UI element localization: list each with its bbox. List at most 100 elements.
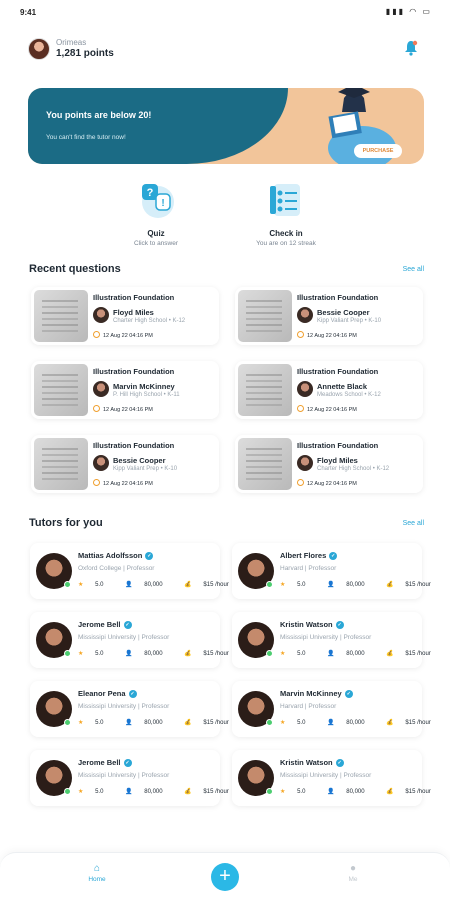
status-icons: ▮▮▮ ◠ ▭ <box>385 7 432 16</box>
question-date: 12 Aug 22 04:16 PM <box>297 405 357 413</box>
students-icon: 👤 <box>125 789 133 795</box>
star-icon: ★ <box>78 651 84 657</box>
question-card[interactable]: Illustration Foundation Bessie Cooper Ki… <box>31 435 219 493</box>
online-indicator <box>266 788 273 795</box>
price-icon: 💰 <box>386 582 394 588</box>
points-balance: 1,281 points <box>56 48 114 59</box>
tutor-stats: ★ 5.0 👤 80,000 💰 $15 /hour <box>78 788 249 795</box>
tutor-name: Kristin Watson <box>280 758 333 767</box>
question-image <box>34 290 88 342</box>
add-question-button[interactable]: + <box>211 863 239 891</box>
tutor-price: $15 /hour <box>405 720 431 726</box>
svg-text:!: ! <box>161 198 164 209</box>
online-indicator <box>64 650 71 657</box>
tutor-students: 80,000 <box>144 720 163 726</box>
quiz-action[interactable]: ? ! Quiz Click to answer <box>96 180 216 247</box>
tutor-price: $15 /hour <box>405 789 431 795</box>
students-icon: 👤 <box>327 720 335 726</box>
tutor-stats: ★ 5.0 👤 80,000 💰 $15 /hour <box>78 719 249 726</box>
tutor-rating: 5.0 <box>297 651 306 657</box>
tutor-students: 80,000 <box>346 651 365 657</box>
star-icon: ★ <box>280 789 286 795</box>
tutor-price: $15 /hour <box>203 720 229 726</box>
tutor-card[interactable]: Kristin Watson ✓ Mississipi University | … <box>232 612 431 668</box>
tutor-students: 80,000 <box>144 582 163 588</box>
question-topic: Illustration Foundation <box>297 293 379 302</box>
tutor-name-row: Jerome Bell ✓ <box>78 758 132 768</box>
verified-icon: ✓ <box>344 690 353 699</box>
student-school: Meadows School • K-12 <box>317 392 381 398</box>
tutor-name-row: Albert Flores ✓ <box>280 551 338 561</box>
question-card[interactable]: Illustration Foundation Bessie Cooper Ki… <box>235 287 423 345</box>
tutor-rating: 5.0 <box>297 720 306 726</box>
purchase-button[interactable]: PURCHASE <box>354 144 402 158</box>
banner-background <box>28 88 288 164</box>
price-icon: 💰 <box>184 651 192 657</box>
question-date: 12 Aug 22 04:16 PM <box>93 405 153 413</box>
question-topic: Illustration Foundation <box>93 441 175 450</box>
tutor-price: $15 /hour <box>405 582 431 588</box>
avatar[interactable] <box>28 38 50 60</box>
tutor-stats: ★ 5.0 👤 80,000 💰 $15 /hour <box>78 581 249 588</box>
low-points-banner: You points are below 20! You can't find … <box>28 88 424 164</box>
tutor-students: 80,000 <box>346 582 365 588</box>
tutor-card[interactable]: Eleanor Pena ✓ Mississipi University | Pr… <box>30 681 229 737</box>
online-indicator <box>266 581 273 588</box>
student-school: Kipp Valiant Prep • K-10 <box>113 466 178 472</box>
nav-me[interactable]: ● Me <box>338 863 368 883</box>
student-name: Marvin McKinney <box>113 382 175 391</box>
star-icon: ★ <box>78 582 84 588</box>
students-icon: 👤 <box>327 789 335 795</box>
students-icon: 👤 <box>125 720 133 726</box>
quiz-subtitle: Click to answer <box>133 240 179 247</box>
verified-icon: ✓ <box>128 690 137 699</box>
avatar <box>297 455 313 471</box>
tutors-see-all-link[interactable]: See all <box>403 520 424 527</box>
recent-questions-title: Recent questions <box>29 263 121 275</box>
tutor-card[interactable]: Jerome Bell ✓ Mississipi University | Pro… <box>30 750 229 806</box>
student-name: Annette Black <box>317 382 368 391</box>
tutor-card[interactable]: Marvin McKinney ✓ Harvard | Professor ★ 5… <box>232 681 431 737</box>
tutor-card[interactable]: Albert Flores ✓ Harvard | Professor ★ 5.0… <box>232 543 431 599</box>
tutor-school: Mississipi University | Professor <box>78 772 170 779</box>
tutor-card[interactable]: Kristin Watson ✓ Mississipi University | … <box>232 750 431 806</box>
question-image <box>238 438 292 490</box>
star-icon: ★ <box>280 651 286 657</box>
tutors-title: Tutors for you <box>29 517 103 529</box>
recent-see-all-link[interactable]: See all <box>403 266 424 273</box>
student-name: Floyd Miles <box>317 456 358 465</box>
tutor-stats: ★ 5.0 👤 80,000 💰 $15 /hour <box>280 650 450 657</box>
question-card[interactable]: Illustration Foundation Floyd Miles Char… <box>31 287 219 345</box>
nav-home[interactable]: ⌂ Home <box>82 863 112 883</box>
price-icon: 💰 <box>386 651 394 657</box>
price-icon: 💰 <box>386 789 394 795</box>
tutor-name-row: Mattias Adolfsson ✓ <box>78 551 154 561</box>
question-card[interactable]: Illustration Foundation Floyd Miles Char… <box>235 435 423 493</box>
student-school: P. Hill High School • K-11 <box>113 392 180 398</box>
checkin-subtitle: You are on 12 streak <box>256 240 316 247</box>
tutor-card[interactable]: Jerome Bell ✓ Mississipi University | Pro… <box>30 612 229 668</box>
notification-icon[interactable] <box>404 40 418 56</box>
online-indicator <box>64 719 71 726</box>
star-icon: ★ <box>280 582 286 588</box>
price-icon: 💰 <box>184 720 192 726</box>
checkin-action[interactable]: Check in You are on 12 streak <box>226 180 346 247</box>
question-card[interactable]: Illustration Foundation Marvin McKinney … <box>31 361 219 419</box>
profile-header: Orimeas 1,281 points <box>28 36 428 66</box>
verified-icon: ✓ <box>145 552 154 561</box>
tutor-price: $15 /hour <box>203 789 229 795</box>
question-image <box>238 364 292 416</box>
banner-title: You points are below 20! <box>46 110 152 120</box>
tutor-students: 80,000 <box>346 720 365 726</box>
tutor-card[interactable]: Mattias Adolfsson ✓ Oxford College | Prof… <box>30 543 229 599</box>
student-school: Charter High School • K-12 <box>317 466 390 472</box>
star-icon: ★ <box>280 720 286 726</box>
question-card[interactable]: Illustration Foundation Annette Black Me… <box>235 361 423 419</box>
tutor-name: Marvin McKinney <box>280 689 342 698</box>
students-icon: 👤 <box>327 651 335 657</box>
tutor-stats: ★ 5.0 👤 80,000 💰 $15 /hour <box>280 788 450 795</box>
status-bar: 9:41 ▮▮▮ ◠ ▭ <box>0 0 450 26</box>
tutor-school: Oxford College | Professor <box>78 565 155 572</box>
tutor-school: Mississipi University | Professor <box>78 634 170 641</box>
nav-home-label: Home <box>88 876 106 883</box>
